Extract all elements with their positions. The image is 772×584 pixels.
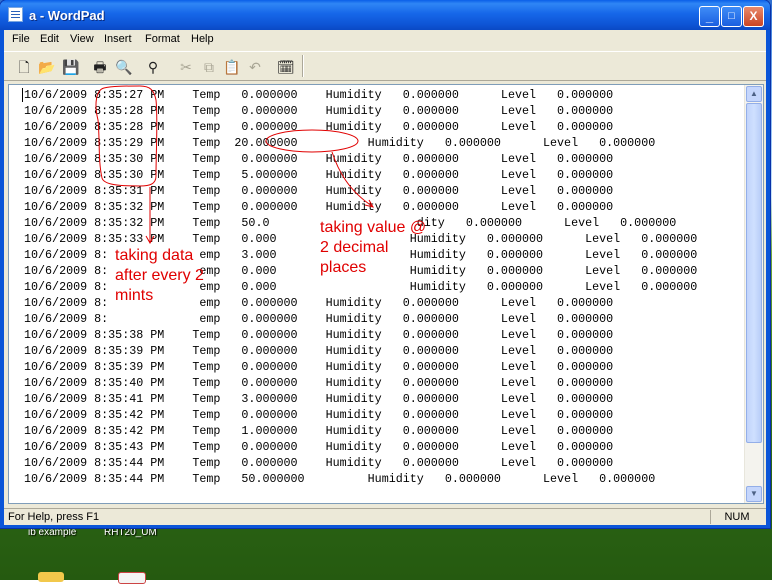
value-circle	[265, 129, 359, 153]
annotation-marks	[95, 85, 375, 245]
arrow-taking-value	[331, 151, 373, 207]
time-column-outline	[95, 85, 158, 187]
